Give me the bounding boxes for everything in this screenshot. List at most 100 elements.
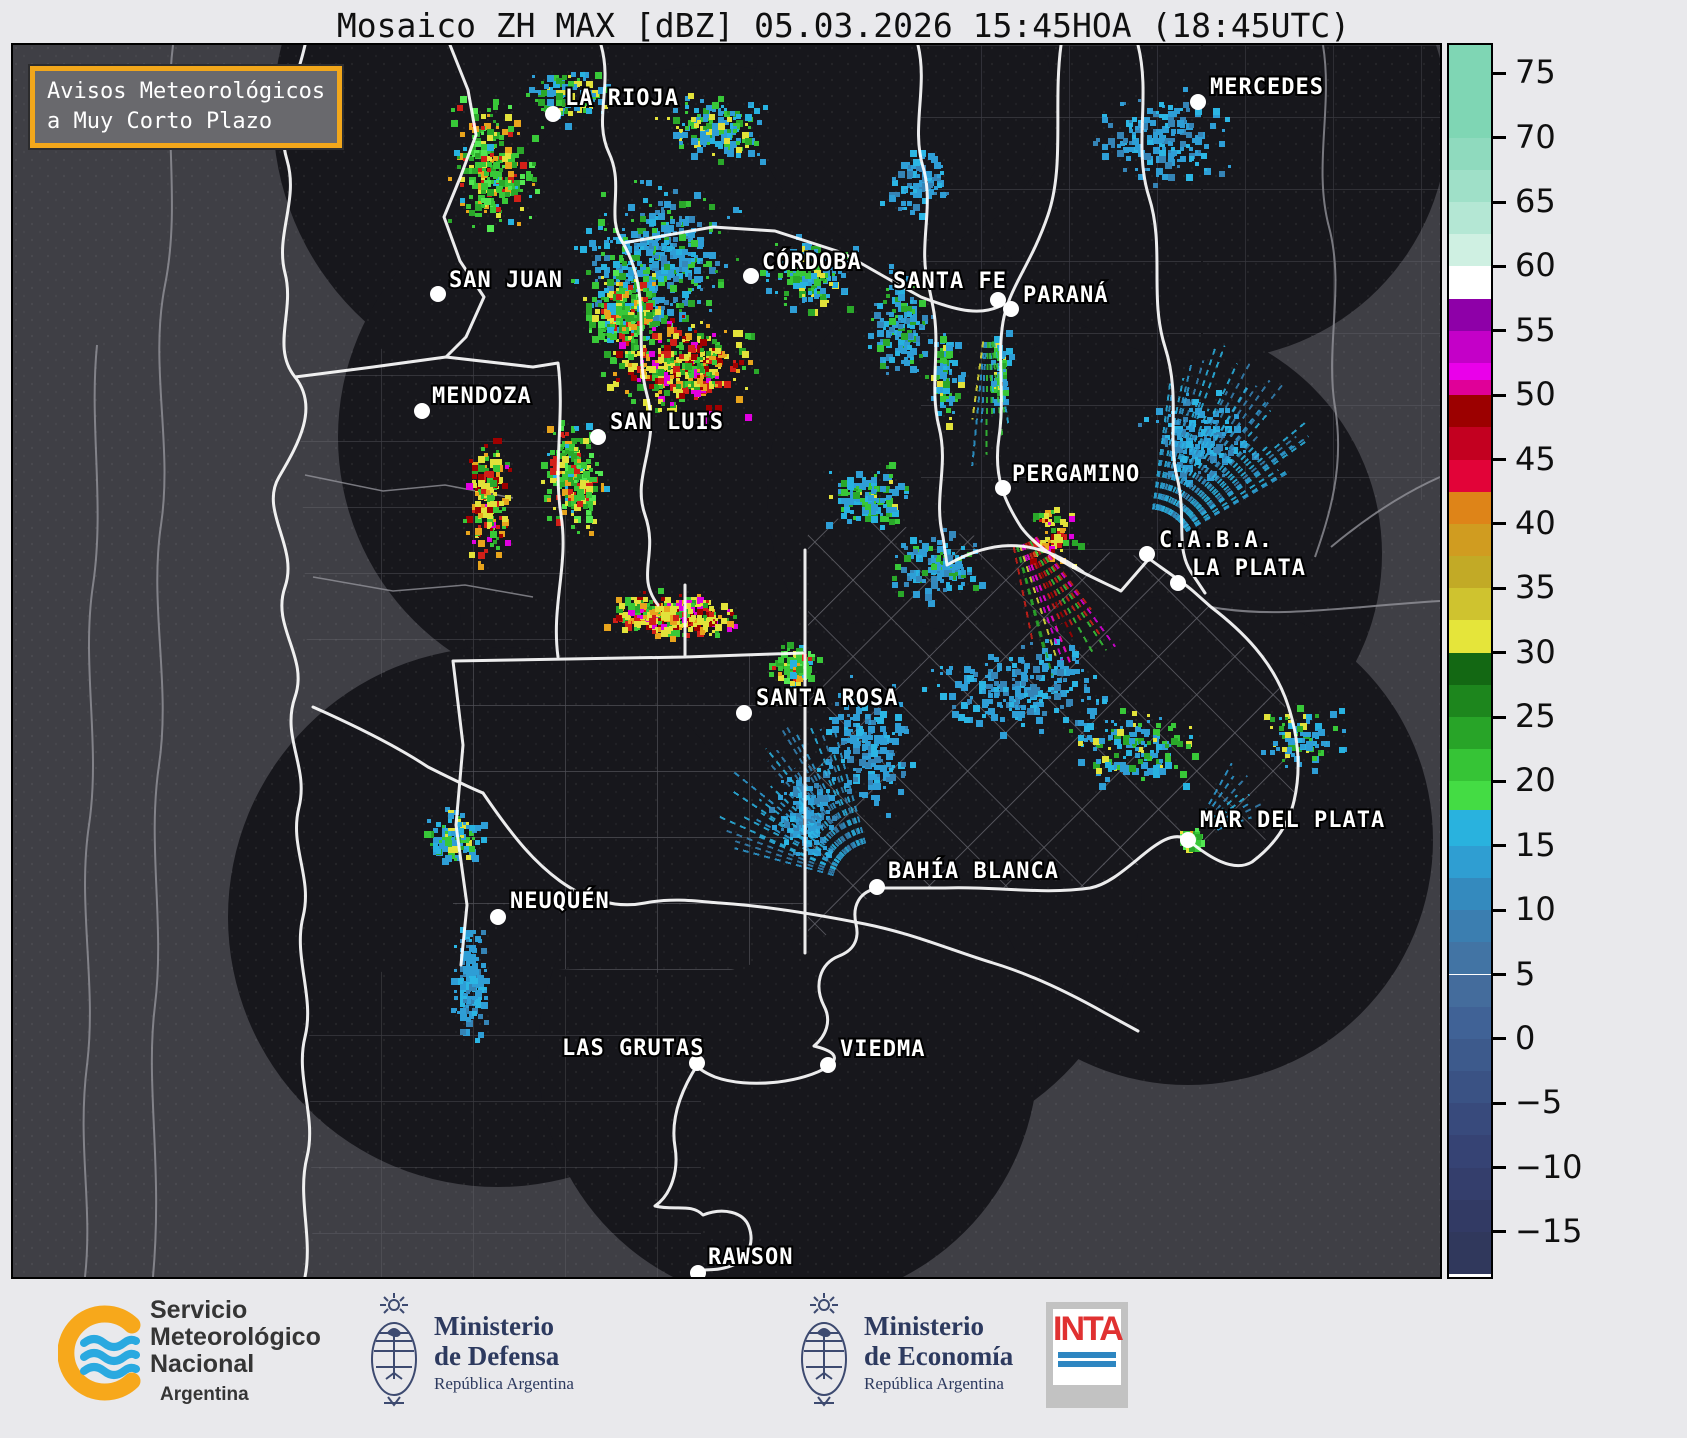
- radar-echo-pixel: [493, 174, 498, 179]
- radar-echo-pixel: [673, 117, 680, 124]
- radar-echo-pixel: [1198, 471, 1201, 474]
- radar-echo-pixel: [943, 360, 947, 364]
- radar-echo-pixel: [970, 696, 973, 699]
- radar-echo-pixel: [1225, 408, 1230, 413]
- radar-echo-pixel: [715, 624, 722, 631]
- radar-echo-pixel: [688, 384, 691, 387]
- radar-echo-pixel: [862, 753, 865, 756]
- radar-echo-pixel: [496, 126, 499, 129]
- radar-echo-pixel: [661, 630, 668, 637]
- radar-echo-pixel: [640, 180, 644, 184]
- city-label: RAWSON: [708, 1245, 793, 1270]
- radar-echo-pixel: [481, 204, 484, 207]
- radar-echo-pixel: [517, 222, 521, 226]
- colorbar-tick-label: −15: [1515, 1212, 1583, 1250]
- radar-echo-pixel: [997, 663, 1001, 667]
- colorbar-tick-label: 0: [1515, 1019, 1535, 1057]
- radar-echo-pixel: [709, 381, 712, 384]
- radar-echo-pixel: [481, 822, 488, 829]
- radar-echo-pixel: [745, 387, 748, 390]
- colorbar-tick-label: 55: [1515, 311, 1556, 349]
- radar-echo-pixel: [631, 294, 636, 299]
- radar-echo-pixel: [679, 141, 683, 145]
- radar-echo-pixel: [895, 351, 900, 356]
- radar-echo-pixel: [565, 486, 568, 489]
- radar-echo-pixel: [472, 225, 475, 228]
- radar-echo-pixel: [490, 531, 497, 538]
- radar-echo-pixel: [910, 150, 917, 157]
- radar-echo-pixel: [481, 114, 486, 119]
- colorbar-tick-mark: [1493, 394, 1506, 397]
- radar-echo-pixel: [484, 969, 487, 972]
- radar-echo-pixel: [1093, 738, 1100, 745]
- radar-echo-pixel: [889, 195, 896, 202]
- radar-echo-pixel: [892, 732, 895, 735]
- radar-echo-pixel: [931, 564, 937, 570]
- radar-echo-pixel: [826, 789, 830, 793]
- radar-echo-pixel: [745, 414, 752, 421]
- radar-echo-pixel: [886, 753, 893, 760]
- radar-echo-pixel: [631, 231, 638, 238]
- radar-echo-pixel: [709, 114, 715, 120]
- radar-echo-pixel: [727, 627, 732, 632]
- radar-echo-pixel: [1297, 726, 1303, 732]
- radar-echo-pixel: [712, 375, 715, 378]
- radar-echo-pixel: [601, 252, 605, 256]
- radar-echo-pixel: [643, 591, 646, 594]
- radar-echo-pixel: [505, 540, 511, 546]
- radar-echo-pixel: [460, 1014, 467, 1021]
- radar-echo-pixel: [625, 390, 629, 394]
- radar-echo-pixel: [667, 327, 674, 334]
- radar-echo-pixel: [1180, 156, 1186, 162]
- radar-echo-pixel: [1129, 126, 1132, 129]
- city-marker: [990, 292, 1006, 308]
- radar-echo-pixel: [886, 777, 891, 782]
- radar-echo-pixel: [949, 417, 952, 420]
- radar-echo-pixel: [955, 561, 962, 568]
- radar-echo-pixel: [622, 228, 625, 231]
- economia-subtitle: República Argentina: [864, 1374, 1013, 1394]
- radar-echo-pixel: [451, 978, 458, 985]
- radar-echo-pixel: [1084, 684, 1087, 687]
- radar-echo-pixel: [1072, 540, 1078, 546]
- radar-echo-pixel: [547, 516, 552, 521]
- radar-echo-pixel: [949, 369, 952, 372]
- radar-echo-pixel: [910, 210, 915, 215]
- radar-echo-pixel: [712, 621, 715, 624]
- radar-echo-pixel: [1108, 747, 1111, 750]
- radar-echo-pixel: [694, 108, 699, 113]
- radar-echo-pixel: [478, 480, 485, 487]
- colorbar-segment: [1449, 685, 1491, 717]
- radar-echo-pixel: [697, 300, 701, 304]
- city-marker: [736, 705, 752, 721]
- radar-echo-pixel: [547, 426, 554, 433]
- radar-echo-pixel: [637, 615, 640, 618]
- radar-echo-pixel: [841, 480, 848, 487]
- radar-echo-pixel: [895, 336, 899, 340]
- radar-echo-pixel: [1156, 138, 1159, 141]
- city-label: CÓRDOBA: [762, 249, 862, 275]
- radar-echo-pixel: [1012, 687, 1015, 690]
- colorbar-segment: [1449, 588, 1491, 620]
- radar-echo-pixel: [925, 321, 928, 324]
- radar-echo-pixel: [868, 333, 874, 339]
- radar-echo-pixel: [865, 720, 869, 724]
- radar-echo-pixel: [679, 234, 686, 241]
- radar-echo-pixel: [700, 348, 704, 352]
- radar-echo-pixel: [1285, 717, 1288, 720]
- radar-echo-pixel: [880, 759, 883, 762]
- radar-echo-pixel: [1312, 741, 1315, 744]
- radar-echo-pixel: [670, 303, 673, 306]
- radar-echo-pixel: [787, 642, 794, 649]
- radar-echo-pixel: [754, 141, 759, 146]
- radar-echo-pixel: [493, 156, 498, 161]
- radar-echo-pixel: [1147, 720, 1150, 723]
- radar-echo-pixel: [664, 192, 668, 196]
- radar-echo-pixel: [904, 357, 908, 361]
- radar-echo-pixel: [1120, 765, 1125, 770]
- radar-echo-pixel: [847, 477, 854, 484]
- radar-echo-pixel: [1039, 699, 1043, 703]
- radar-echo-pixel: [685, 111, 688, 114]
- city-label: LA PLATA: [1192, 556, 1306, 581]
- radar-echo-pixel: [1072, 681, 1078, 687]
